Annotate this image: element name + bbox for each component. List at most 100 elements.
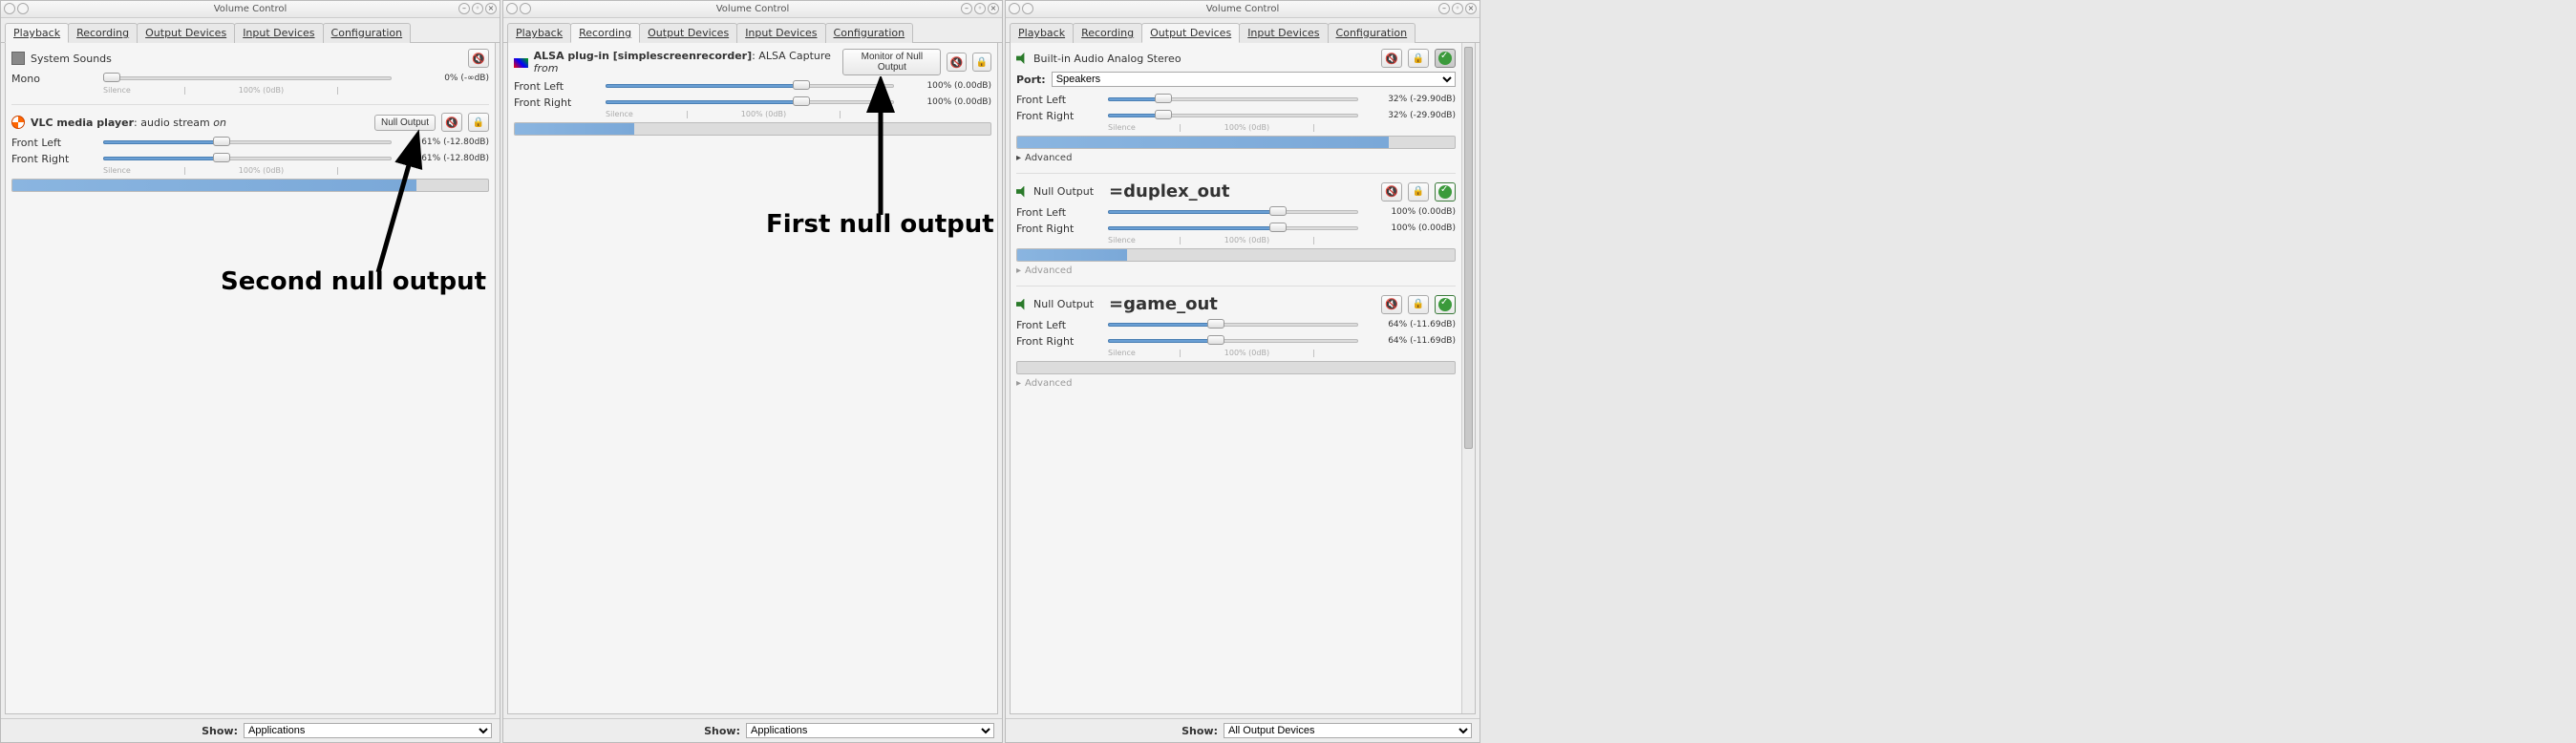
minimize-button[interactable]: –	[458, 3, 470, 14]
stream-vlc: VLC media player: audio stream on Null O…	[11, 113, 489, 192]
vu-meter	[1016, 361, 1456, 374]
footer: Show: Applications	[1, 718, 500, 742]
win-icon2	[1022, 3, 1033, 14]
front-left-slider[interactable]	[103, 136, 392, 149]
tab-input-devices[interactable]: Input Devices	[234, 23, 323, 43]
show-label: Show:	[1182, 725, 1218, 737]
minimize-button[interactable]: –	[1438, 3, 1450, 14]
tab-playback[interactable]: Playback	[5, 23, 69, 43]
front-right-slider[interactable]	[1108, 222, 1358, 235]
stream-title: ALSA plug-in [simplescreenrecorder]: ALS…	[534, 50, 832, 74]
port-select[interactable]: Speakers	[1052, 72, 1456, 87]
set-default-button[interactable]	[1435, 49, 1456, 68]
vu-meter	[514, 122, 991, 136]
tab-configuration[interactable]: Configuration	[323, 23, 412, 43]
source-device-button[interactable]: Monitor of Null Output	[842, 49, 941, 75]
win-icon	[506, 3, 518, 14]
window-title: Volume Control	[716, 4, 790, 14]
mono-value: 0% (-∞dB)	[397, 74, 489, 83]
lock-channels-button[interactable]	[972, 53, 991, 72]
device-title: Built-in Audio Analog Stereo	[1033, 53, 1182, 65]
maximize-button[interactable]: ◦	[1452, 3, 1463, 14]
minimize-button[interactable]: –	[961, 3, 972, 14]
advanced-expander[interactable]: ▸Advanced	[1016, 378, 1456, 389]
tab-playback[interactable]: Playback	[1010, 23, 1074, 43]
lock-channels-button[interactable]	[1408, 49, 1429, 68]
slider-ticks: Silence|100% (0dB)|	[606, 110, 894, 118]
set-default-button[interactable]	[1435, 295, 1456, 314]
close-button[interactable]: ×	[485, 3, 497, 14]
stream-system-sounds: System Sounds Mono 0% (-∞dB) Silence|100…	[11, 49, 489, 95]
tab-recording[interactable]: Recording	[68, 23, 138, 43]
check-icon	[1438, 298, 1452, 311]
channel-left-label: Front Left	[1016, 206, 1102, 219]
tab-recording[interactable]: Recording	[570, 23, 640, 43]
maximize-button[interactable]: ◦	[472, 3, 483, 14]
tab-input-devices[interactable]: Input Devices	[736, 23, 825, 43]
tabbar: Playback Recording Output Devices Input …	[1006, 18, 1480, 43]
set-default-button[interactable]	[1435, 182, 1456, 202]
mute-button[interactable]	[1381, 295, 1402, 314]
stream-ssr: ALSA plug-in [simplescreenrecorder]: ALS…	[514, 49, 991, 136]
device-builtin: Built-in Audio Analog Stereo Port: Speak…	[1016, 49, 1456, 163]
mute-icon	[1385, 298, 1398, 310]
check-icon	[1438, 52, 1452, 65]
front-left-slider[interactable]	[1108, 318, 1358, 331]
output-device-button[interactable]: Null Output	[374, 115, 436, 131]
mute-button[interactable]	[441, 113, 462, 132]
front-left-slider[interactable]	[606, 79, 894, 93]
slider-ticks: Silence|100% (0dB)|	[103, 86, 392, 95]
front-left-value: 61% (-12.80dB)	[397, 138, 489, 147]
mute-button[interactable]	[1381, 49, 1402, 68]
mute-button[interactable]	[947, 53, 966, 72]
tab-configuration[interactable]: Configuration	[1328, 23, 1416, 43]
device-alias: =game_out	[1109, 294, 1218, 314]
recording-content: ALSA plug-in [simplescreenrecorder]: ALS…	[507, 43, 998, 714]
mono-slider[interactable]	[103, 72, 392, 85]
front-left-slider[interactable]	[1108, 93, 1358, 106]
front-left-slider[interactable]	[1108, 205, 1358, 219]
window-output-devices: Volume Control – ◦ × Playback Recording …	[1005, 0, 1480, 743]
scrollbar[interactable]	[1461, 43, 1475, 713]
channel-right-label: Front Right	[1016, 110, 1102, 122]
tab-input-devices[interactable]: Input Devices	[1239, 23, 1328, 43]
show-select[interactable]: Applications	[746, 723, 994, 738]
mute-icon	[445, 117, 458, 129]
window-title: Volume Control	[214, 4, 287, 14]
channel-right-label: Front Right	[1016, 223, 1102, 235]
window-recording: Volume Control – ◦ × Playback Recording …	[502, 0, 1003, 743]
tab-recording[interactable]: Recording	[1073, 23, 1142, 43]
slider-ticks: Silence|100% (0dB)|	[1108, 236, 1358, 244]
lock-channels-button[interactable]	[1408, 295, 1429, 314]
front-right-slider[interactable]	[606, 96, 894, 109]
show-select[interactable]: Applications	[244, 723, 492, 738]
maximize-button[interactable]: ◦	[974, 3, 986, 14]
win-icon	[4, 3, 15, 14]
mute-button[interactable]	[468, 49, 489, 68]
show-select[interactable]: All Output Devices	[1224, 723, 1472, 738]
lock-channels-button[interactable]	[468, 113, 489, 132]
mute-icon	[1385, 53, 1398, 65]
tab-output-devices[interactable]: Output Devices	[1141, 23, 1240, 43]
front-right-slider[interactable]	[1108, 109, 1358, 122]
tab-playback[interactable]: Playback	[507, 23, 571, 43]
advanced-expander[interactable]: ▸Advanced	[1016, 265, 1456, 276]
tab-output-devices[interactable]: Output Devices	[137, 23, 235, 43]
tab-configuration[interactable]: Configuration	[825, 23, 914, 43]
close-button[interactable]: ×	[1465, 3, 1477, 14]
tab-output-devices[interactable]: Output Devices	[639, 23, 737, 43]
close-button[interactable]: ×	[988, 3, 999, 14]
front-left-value: 100% (0.00dB)	[1364, 207, 1456, 217]
vu-meter	[11, 179, 489, 192]
front-right-slider[interactable]	[1108, 334, 1358, 348]
window-controls-left	[4, 3, 29, 14]
titlebar: Volume Control – ◦ ×	[503, 1, 1002, 18]
front-right-slider[interactable]	[103, 152, 392, 165]
mute-button[interactable]	[1381, 182, 1402, 202]
vu-meter	[1016, 136, 1456, 149]
advanced-expander[interactable]: ▸Advanced	[1016, 153, 1456, 163]
lock-channels-button[interactable]	[1408, 182, 1429, 202]
window-controls: – ◦ ×	[1438, 3, 1477, 14]
front-right-value: 100% (0.00dB)	[900, 97, 991, 107]
win-icon	[1009, 3, 1020, 14]
